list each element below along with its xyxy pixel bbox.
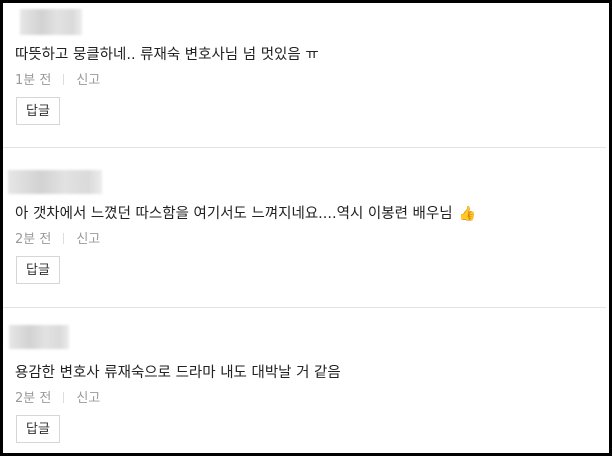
comment-separator <box>3 147 606 148</box>
meta-divider <box>63 233 65 244</box>
reply-button[interactable]: 답글 <box>16 97 60 125</box>
blurred-username <box>20 9 82 35</box>
comment-separator <box>3 307 606 308</box>
report-link[interactable]: 신고 <box>76 73 100 88</box>
report-link[interactable]: 신고 <box>76 232 100 247</box>
blurred-username <box>9 325 69 349</box>
blurred-username <box>8 170 102 194</box>
reply-button[interactable]: 답글 <box>16 256 60 284</box>
comment-meta: 2분 전 신고 <box>15 228 100 247</box>
comment-time: 1분 전 <box>15 73 52 88</box>
thumbs-up-icon: 👍 <box>458 206 476 222</box>
comment-text-body: 아 갯차에서 느꼈던 따스함을 여기서도 느껴지네요....역시 이봉련 배우님 <box>15 206 453 222</box>
comment-text: 용감한 변호사 류재숙으로 드라마 내도 대박날 거 같음 <box>15 365 341 381</box>
comment-meta: 1분 전 신고 <box>15 69 100 88</box>
comment-time: 2분 전 <box>15 391 52 406</box>
comment-meta: 2분 전 신고 <box>15 387 100 406</box>
comment-time: 2분 전 <box>15 232 52 247</box>
meta-divider <box>63 74 65 85</box>
comment-text: 따뜻하고 뭉클하네.. 류재숙 변호사님 넘 멋있음 ㅠ <box>15 47 319 63</box>
comment-text: 아 갯차에서 느꼈던 따스함을 여기서도 느껴지네요....역시 이봉련 배우님… <box>15 202 476 223</box>
report-link[interactable]: 신고 <box>76 391 100 406</box>
comment-list-frame: 따뜻하고 뭉클하네.. 류재숙 변호사님 넘 멋있음 ㅠ 1분 전 신고 답글 아… <box>0 0 612 456</box>
meta-divider <box>63 392 65 403</box>
reply-button[interactable]: 답글 <box>16 415 60 443</box>
